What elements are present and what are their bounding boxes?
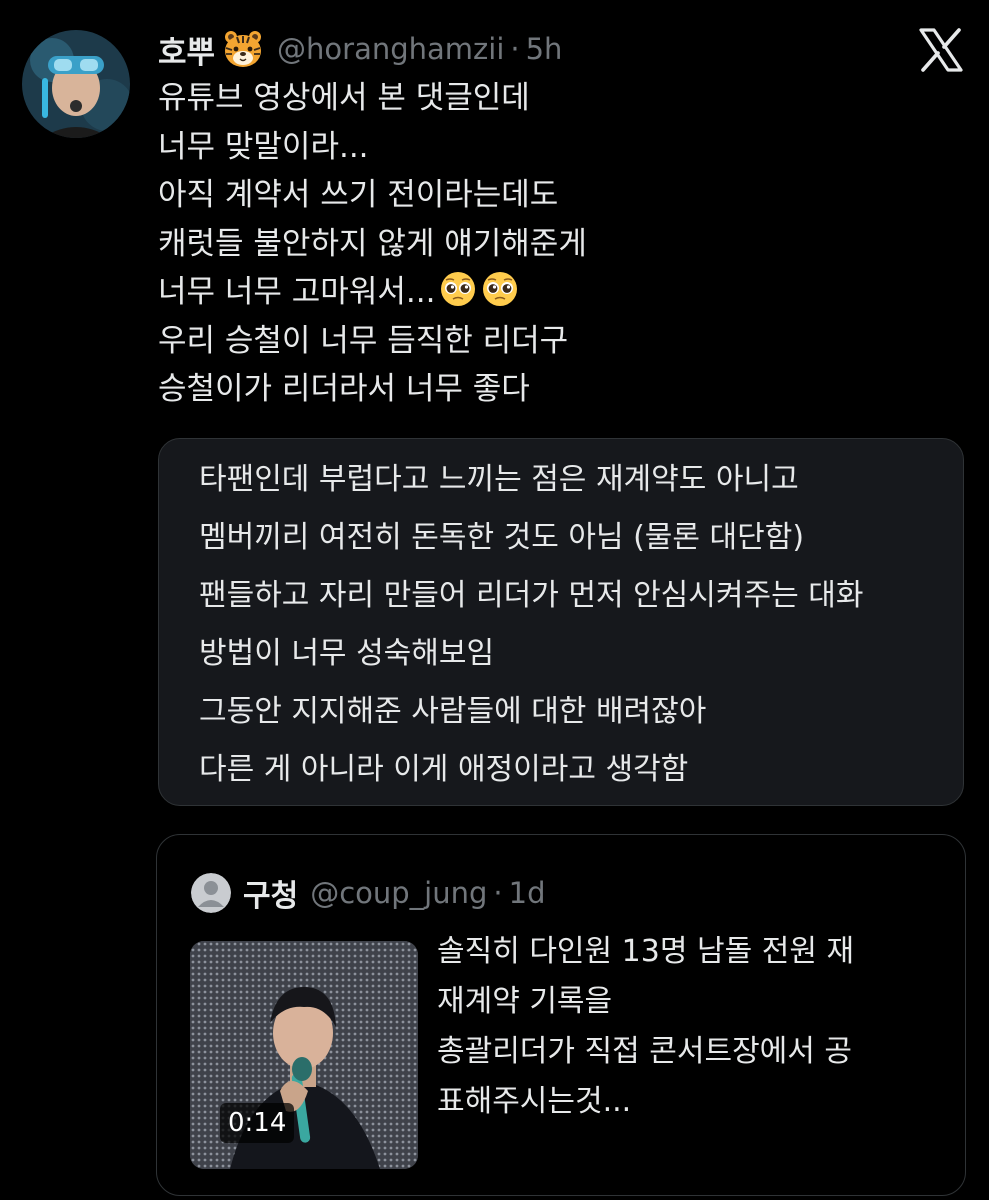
quoted-text-line: 재계약 기록을: [437, 984, 613, 1019]
tweet-timestamp[interactable]: 5h: [526, 32, 563, 66]
comment-text-line: 방법이 너무 성숙해보임: [199, 636, 495, 671]
author-handle[interactable]: @horanghamzii: [277, 32, 504, 66]
author-avatar[interactable]: [22, 30, 130, 138]
video-duration-badge: 0:14: [220, 1103, 295, 1143]
quoted-text-line: 솔직히 다인원 13명 남돌 전원 재: [437, 934, 855, 969]
quoted-author-handle[interactable]: @coup_jung: [310, 876, 487, 910]
pleading-face-icon: [481, 270, 519, 308]
quoted-tweet-card[interactable]: 구청 @coup_jung · 1d 0:14 솔직히 다인원 13명 남돌 전…: [156, 834, 966, 1196]
comment-text-line: 다른 게 아니라 이게 애정이라고 생각함: [199, 752, 689, 787]
comment-text-line: 멤버끼리 여전히 돈독한 것도 아님 (물론 대단함): [199, 520, 805, 555]
tweet-text-line: 유튜브 영상에서 본 댓글인데: [158, 80, 530, 116]
tweet-text-line: 캐럿들 불안하지 않게 얘기해준게: [158, 225, 587, 262]
tweet-text-line-with-emoji: 너무 너무 고마워서...: [158, 268, 958, 317]
header-separator: ·: [510, 32, 520, 66]
x-logo-icon: [918, 28, 964, 72]
author-name[interactable]: 호뿌: [158, 27, 215, 72]
quoted-author-name[interactable]: 구청: [243, 871, 298, 915]
comment-text-line: 그동안 지지해준 사람들에 대한 배려잖아: [199, 694, 707, 729]
quoted-tweet-timestamp[interactable]: 1d: [509, 876, 546, 910]
tweet-text-line: 우리 승철이 너무 듬직한 리더구: [158, 322, 569, 359]
tweet-text-line: 승철이가 리더라서 너무 좋다: [158, 371, 530, 407]
quoted-text-line: 표해주시는것...: [437, 1084, 632, 1119]
pleading-face-icon: [439, 270, 477, 308]
comment-text: 타팬인데 부럽다고 느끼는 점은 재계약도 아니고 멤버끼리 여전히 돈독한 것…: [199, 451, 863, 799]
tweet-text-line: 너무 너무 고마워서...: [158, 274, 436, 310]
tiger-face-icon: [223, 30, 263, 68]
comment-text-line: 타팬인데 부럽다고 느끼는 점은 재계약도 아니고: [199, 462, 799, 497]
tweet-header: 호뿌 @horanghamzii · 5h: [158, 26, 562, 72]
tweet-body: 유튜브 영상에서 본 댓글인데 너무 맞말이라... 아직 계약서 쓰기 전이라…: [158, 74, 958, 414]
quoted-tweet-body: 솔직히 다인원 13명 남돌 전원 재 재계약 기록을 총괄리더가 직접 콘서트…: [437, 927, 937, 1127]
comment-screenshot-image[interactable]: 타팬인데 부럽다고 느끼는 점은 재계약도 아니고 멤버끼리 여전히 돈독한 것…: [158, 438, 964, 806]
default-avatar-icon[interactable]: [191, 873, 231, 913]
quoted-tweet-header: 구청 @coup_jung · 1d: [191, 871, 546, 915]
quoted-header-separator: ·: [493, 876, 503, 910]
video-thumbnail[interactable]: 0:14: [190, 941, 418, 1169]
tweet-text-line: 아직 계약서 쓰기 전이라는데도: [158, 177, 559, 213]
tweet-text-line: 너무 맞말이라...: [158, 128, 369, 165]
comment-text-line: 팬들하고 자리 만들어 리더가 먼저 안심시켜주는 대화: [199, 578, 864, 613]
quoted-text-line: 총괄리더가 직접 콘서트장에서 공: [437, 1034, 853, 1069]
